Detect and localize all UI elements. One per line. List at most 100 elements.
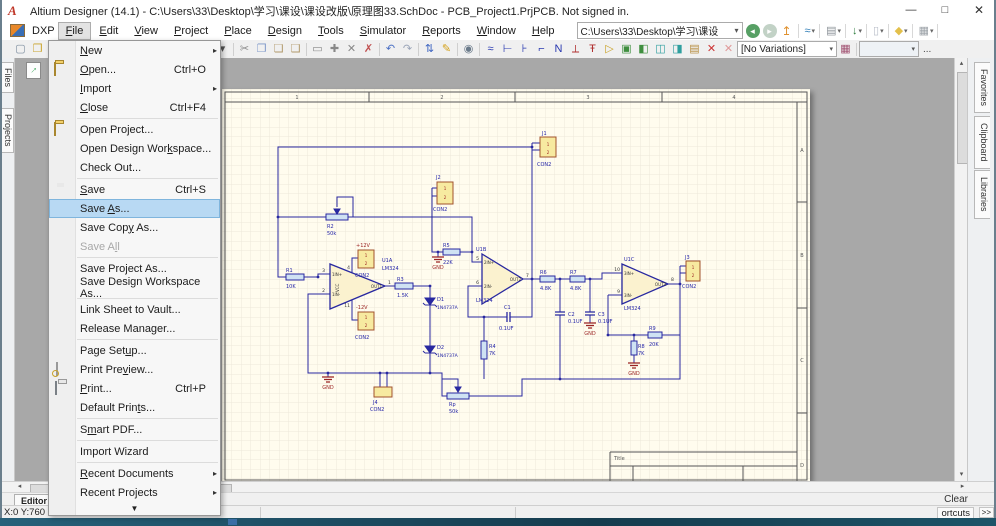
vertical-scrollbar[interactable]: ▴ ▾	[954, 58, 968, 481]
chevron-down-icon[interactable]: ▾	[905, 45, 915, 53]
place-harness-connector-icon[interactable]: ◨	[669, 41, 686, 57]
place-sheet-symbol-icon[interactable]: ▣	[618, 41, 635, 57]
annotate-icon[interactable]: ✎	[438, 41, 455, 57]
place-port-icon[interactable]: ▤	[686, 41, 703, 57]
menu-item-check-out[interactable]: Check Out...	[49, 158, 220, 177]
menu-item-print-preview[interactable]: Print Preview...	[49, 360, 220, 379]
menu-help[interactable]: Help	[525, 23, 562, 39]
menu-item-open-project[interactable]: Open Project...	[49, 120, 220, 139]
document-combo[interactable]: ▾	[859, 41, 919, 57]
place-polyline-icon[interactable]: ⌐	[533, 41, 550, 57]
panel-tab-clipboard[interactable]: Clipboard	[974, 116, 990, 169]
menu-item-open-design-workspace[interactable]: Open Design Workspace...	[49, 139, 220, 158]
down-arrow-icon[interactable]: ↓▾	[852, 25, 862, 37]
panel-tab-favorites[interactable]: Favorites	[974, 62, 990, 113]
no-erc-icon[interactable]: ✕	[703, 41, 720, 57]
scroll-right-icon[interactable]: ▸	[957, 482, 968, 492]
clear-icon[interactable]: ✗	[360, 41, 377, 57]
menu-item-page-setup[interactable]: Page Setup...	[49, 341, 220, 360]
panel-tab-libraries[interactable]: Libraries	[974, 170, 990, 219]
menu-project[interactable]: Project	[167, 23, 215, 39]
undo-icon[interactable]: ↶	[382, 41, 399, 57]
grid-icon[interactable]: ▦▾	[919, 24, 934, 37]
taskbar-app-icon[interactable]	[228, 519, 237, 525]
place-wire-icon[interactable]: ≈	[482, 41, 499, 57]
up-button[interactable]: ↥	[780, 24, 794, 38]
menu-item-save-all[interactable]: Save All	[49, 237, 220, 256]
find-similar-icon[interactable]: ◉	[460, 41, 477, 57]
menu-item-recent-documents[interactable]: Recent Documents▸	[49, 464, 220, 483]
no-erc2-icon[interactable]: ✕	[720, 41, 737, 57]
dxp-label[interactable]: DXP	[30, 23, 57, 39]
marker-icon[interactable]: ◆▾	[895, 24, 908, 37]
panel-tab-files[interactable]: Files	[1, 62, 14, 93]
cut-icon[interactable]: ✂	[236, 41, 253, 57]
submenu-arrow-icon: ▸	[213, 488, 217, 497]
menu-item-release-manager[interactable]: Release Manager...	[49, 319, 220, 338]
print-tool-icon[interactable]: ▤▾	[826, 24, 841, 37]
menu-view[interactable]: View	[127, 23, 165, 39]
menu-file[interactable]: File	[59, 23, 91, 39]
chevron-down-icon[interactable]: ▾	[823, 45, 833, 53]
forward-button[interactable]: ▸	[763, 24, 777, 38]
probe-icon[interactable]: ▯▾	[873, 24, 884, 37]
navigate-icon[interactable]: →	[26, 62, 41, 79]
menu-place[interactable]: Place	[217, 23, 259, 39]
menu-item-smart-pdf[interactable]: Smart PDF...	[49, 420, 220, 439]
open-document-icon[interactable]: ❒	[29, 41, 46, 57]
menu-scroll-more[interactable]: ▼	[49, 502, 220, 515]
menu-item-save-as[interactable]: Save As...	[49, 199, 220, 218]
menu-item-save-copy-as[interactable]: Save Copy As...	[49, 218, 220, 237]
cross-select-icon[interactable]: ✕	[343, 41, 360, 57]
dxp-menu[interactable]: DXP	[10, 23, 58, 39]
place-sheet-entry-icon[interactable]: ◧	[635, 41, 652, 57]
maximize-button[interactable]: □	[928, 0, 962, 21]
clear-button[interactable]: Clear	[944, 494, 968, 505]
paste-array-icon[interactable]: ❑	[287, 41, 304, 57]
menu-item-close[interactable]: CloseCtrl+F4	[49, 98, 220, 117]
place-device-sheet-icon[interactable]: ◫	[652, 41, 669, 57]
back-button[interactable]: ◂	[746, 24, 760, 38]
schematic-sheet[interactable]: 1234ABCDTitleU1ALM324U1BLM324U1CLM324R11…	[222, 89, 810, 481]
place-bus-icon[interactable]: ⊢	[499, 41, 516, 57]
menu-reports[interactable]: Reports	[415, 23, 468, 39]
more-button[interactable]: ...	[923, 44, 931, 55]
menu-window[interactable]: Window	[470, 23, 523, 39]
close-button[interactable]: ✕	[962, 0, 996, 21]
menu-item-import-wizard[interactable]: Import Wizard	[49, 442, 220, 461]
menu-tools[interactable]: Tools	[311, 23, 351, 39]
chevron-down-icon[interactable]: ▾	[734, 26, 738, 35]
menu-item-recent-projects[interactable]: Recent Projects▸	[49, 483, 220, 502]
menu-item-save[interactable]: SaveCtrl+S	[49, 180, 220, 199]
path-combo[interactable]: C:\Users\33\Desktop\学习\课设 ▾	[577, 22, 743, 39]
copy-icon[interactable]: ❐	[253, 41, 270, 57]
overflow-button[interactable]: >>	[979, 507, 994, 518]
menu-item-open[interactable]: Open...Ctrl+O	[49, 60, 220, 79]
panel-tab-projects[interactable]: Projects	[1, 108, 14, 153]
variant-manager-icon[interactable]: ▦	[837, 41, 854, 57]
menu-edit[interactable]: Edit	[92, 23, 125, 39]
place-netlabel-icon[interactable]: N	[550, 41, 567, 57]
wire-mode-icon[interactable]: ≈▾	[805, 25, 816, 37]
menu-item-print[interactable]: Print...Ctrl+P	[49, 379, 220, 398]
redo-icon[interactable]: ↷	[399, 41, 416, 57]
menu-item-new[interactable]: New▸	[49, 41, 220, 60]
minimize-button[interactable]: —	[894, 0, 928, 21]
paste-icon[interactable]: ❏	[270, 41, 287, 57]
place-gnd-icon[interactable]: ⟂	[567, 41, 584, 57]
place-harness-icon[interactable]: ⊦	[516, 41, 533, 57]
menu-item-link-sheet-to-vault[interactable]: Link Sheet to Vault...	[49, 300, 220, 319]
place-vcc-icon[interactable]: Ŧ	[584, 41, 601, 57]
menu-item-save-design-workspace-as[interactable]: Save Design Workspace As...	[49, 278, 220, 297]
menu-design[interactable]: Design	[261, 23, 309, 39]
scroll-left-icon[interactable]: ◂	[14, 482, 25, 492]
menu-item-import[interactable]: Import▸	[49, 79, 220, 98]
variations-combo[interactable]: [No Variations] ▾	[737, 41, 837, 57]
new-document-icon[interactable]: ▢	[12, 41, 29, 57]
select-area-icon[interactable]: ▭	[309, 41, 326, 57]
move-icon[interactable]: ✚	[326, 41, 343, 57]
menu-simulator[interactable]: Simulator	[353, 23, 413, 39]
place-part-icon[interactable]: ▷	[601, 41, 618, 57]
menu-item-default-prints[interactable]: Default Prints...	[49, 398, 220, 417]
updown-hierarchy-icon[interactable]: ⇅	[421, 41, 438, 57]
